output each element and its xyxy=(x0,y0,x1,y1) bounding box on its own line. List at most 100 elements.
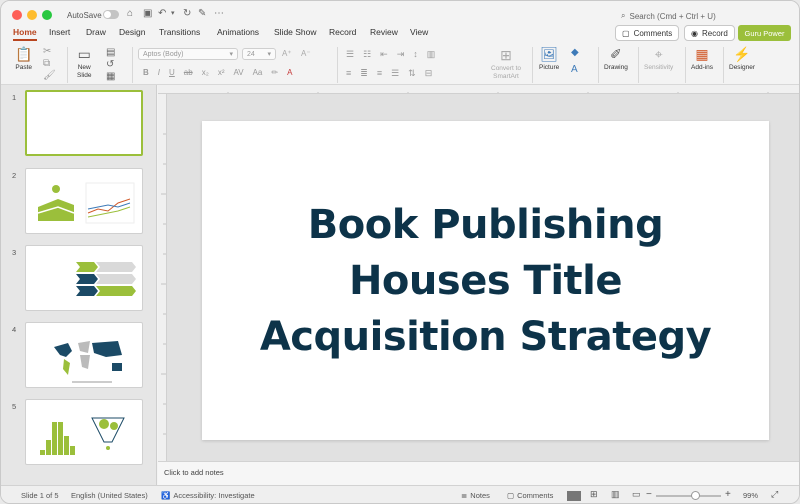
subscript-icon[interactable]: x₂ xyxy=(202,68,209,77)
char-spacing-icon[interactable]: AV xyxy=(233,68,243,77)
slide-thumbnails-panel: 1 2 3 4 5 xyxy=(1,85,157,485)
section-icon[interactable]: ▦ xyxy=(106,72,115,82)
slide-thumbnail-4[interactable] xyxy=(25,322,143,388)
paragraph-row-2: ≡ ≣ ≡ ☰ ⇅ ⊟ xyxy=(346,68,432,79)
zoom-in-icon[interactable]: + xyxy=(725,489,731,500)
record-button[interactable]: ◉ Record xyxy=(684,25,735,41)
language-indicator[interactable]: English (United States) xyxy=(71,491,148,500)
slideshow-icon[interactable]: ▭ xyxy=(632,489,641,500)
autosave-label: AutoSave xyxy=(67,11,102,20)
tab-animations[interactable]: Animations xyxy=(217,27,259,37)
align-text-icon[interactable]: ⊟ xyxy=(425,68,433,79)
save-icon[interactable]: ▣ xyxy=(143,9,152,19)
slide-title[interactable]: Book Publishing Houses Title Acquisition… xyxy=(260,197,712,365)
increase-indent-icon[interactable]: ⇥ xyxy=(397,49,405,60)
designer-button[interactable]: ⚡ Designer xyxy=(729,46,755,72)
drawing-label: Drawing xyxy=(604,64,628,71)
tab-home[interactable]: Home xyxy=(13,27,37,41)
accessibility-indicator[interactable]: ♿ Accessibility: Investigate xyxy=(161,491,255,500)
minimize-window-button[interactable] xyxy=(27,10,37,20)
font-color-icon[interactable]: A xyxy=(287,68,292,77)
comments-button[interactable]: ▢ Comments xyxy=(615,25,680,41)
tab-transitions[interactable]: Transitions xyxy=(159,27,200,37)
font-name-select[interactable]: Aptos (Body) ▾ xyxy=(138,48,238,60)
slide-thumbnail-3[interactable] xyxy=(25,245,143,311)
text-direction-icon[interactable]: ⇅ xyxy=(408,68,416,79)
text-box-icon[interactable]: A xyxy=(571,65,578,75)
divider xyxy=(685,47,686,83)
zoom-level[interactable]: 99% xyxy=(743,491,758,500)
align-right-icon[interactable]: ≡ xyxy=(377,68,382,79)
layout-icon[interactable]: ▤ xyxy=(106,48,115,58)
comments-toggle-button[interactable]: ▢ Comments xyxy=(507,491,553,500)
reading-view-icon[interactable]: ▥ xyxy=(611,489,620,500)
italic-icon[interactable]: I xyxy=(158,68,160,77)
redo-icon[interactable]: ↻ xyxy=(183,9,191,19)
tab-insert[interactable]: Insert xyxy=(49,27,70,37)
drawing-button[interactable]: ✐ Drawing xyxy=(604,46,628,72)
strikethrough-icon[interactable]: ab xyxy=(184,68,193,77)
tab-view[interactable]: View xyxy=(410,27,428,37)
slide-thumbnail-5[interactable] xyxy=(25,399,143,465)
grow-font-icon[interactable]: A⁺ xyxy=(282,49,292,59)
addins-button[interactable]: ▦ Add-ins xyxy=(691,46,713,72)
slide-thumbnail-2[interactable] xyxy=(25,168,143,234)
fit-to-window-icon[interactable]: ⤢ xyxy=(771,489,778,500)
vertical-ruler[interactable] xyxy=(158,94,167,461)
slide-sorter-icon[interactable]: ⊞ xyxy=(590,489,598,500)
tab-slide-show[interactable]: Slide Show xyxy=(274,27,317,37)
tab-design[interactable]: Design xyxy=(119,27,145,37)
guru-power-button[interactable]: Guru Power xyxy=(738,25,791,41)
undo-icon[interactable]: ↶ xyxy=(158,9,166,19)
thumbnail-2-graphic xyxy=(37,182,135,224)
decrease-indent-icon[interactable]: ⇤ xyxy=(380,49,388,60)
paste-button[interactable]: 📋 Paste xyxy=(15,46,32,72)
zoom-slider-handle[interactable] xyxy=(691,491,700,500)
align-center-icon[interactable]: ≣ xyxy=(360,68,368,79)
columns-icon[interactable]: ▥ xyxy=(427,49,436,60)
notes-pane[interactable]: Click to add notes xyxy=(158,461,799,485)
slide-thumbnail-1[interactable] xyxy=(25,90,143,156)
shrink-font-icon[interactable]: A⁻ xyxy=(301,49,311,59)
shapes-icon[interactable]: ◆ xyxy=(571,48,579,58)
underline-icon[interactable]: U xyxy=(169,68,175,77)
tab-draw[interactable]: Draw xyxy=(86,27,106,37)
format-brush-icon[interactable]: 🖌 xyxy=(43,71,56,81)
status-bar: Slide 1 of 5 English (United States) ♿ A… xyxy=(1,485,799,503)
horizontal-ruler[interactable] xyxy=(158,85,799,94)
justify-icon[interactable]: ☰ xyxy=(391,68,399,79)
search-placeholder: Search (Cmd + Ctrl + U) xyxy=(629,11,716,21)
numbering-icon[interactable]: ☷ xyxy=(363,49,371,60)
convert-smartart-button[interactable]: ⊞ Convert to SmartArt xyxy=(491,47,521,80)
line-spacing-icon[interactable]: ↕ xyxy=(413,49,418,60)
current-slide[interactable]: Book Publishing Houses Title Acquisition… xyxy=(202,121,769,440)
superscript-icon[interactable]: x² xyxy=(218,68,225,77)
zoom-out-icon[interactable]: − xyxy=(646,489,652,500)
format-painter-icon[interactable]: ✎ xyxy=(198,9,206,19)
sensitivity-button[interactable]: ⌖ Sensitivity xyxy=(644,46,673,72)
bold-icon[interactable]: B xyxy=(143,68,149,77)
zoom-slider-track[interactable] xyxy=(656,495,721,497)
copy-icon[interactable]: ⧉ xyxy=(43,59,50,69)
close-window-button[interactable] xyxy=(12,10,22,20)
cut-icon[interactable]: ✂ xyxy=(43,47,51,57)
font-size-select[interactable]: 24 ▾ xyxy=(242,48,276,60)
more-icon[interactable]: ⋯ xyxy=(214,9,224,19)
align-left-icon[interactable]: ≡ xyxy=(346,68,351,79)
highlight-icon[interactable]: ✏ xyxy=(271,68,278,77)
autosave-toggle[interactable] xyxy=(103,10,119,19)
tab-record[interactable]: Record xyxy=(329,27,356,37)
undo-dropdown-icon[interactable]: ▾ xyxy=(171,9,175,19)
picture-button[interactable]: 🖼 Picture xyxy=(539,46,559,72)
tab-review[interactable]: Review xyxy=(370,27,398,37)
home-icon[interactable]: ⌂ xyxy=(127,9,133,19)
reset-icon[interactable]: ↺ xyxy=(106,60,114,70)
zoom-window-button[interactable] xyxy=(42,10,52,20)
bullets-icon[interactable]: ☰ xyxy=(346,49,354,60)
search-box[interactable]: ⌕ Search (Cmd + Ctrl + U) xyxy=(621,9,741,23)
new-slide-button[interactable]: ▭ New Slide xyxy=(77,46,91,79)
change-case-icon[interactable]: Aa xyxy=(253,68,263,77)
notes-placeholder: Click to add notes xyxy=(164,468,224,477)
normal-view-button[interactable] xyxy=(567,491,581,501)
notes-toggle-button[interactable]: ≣ Notes xyxy=(461,491,490,500)
